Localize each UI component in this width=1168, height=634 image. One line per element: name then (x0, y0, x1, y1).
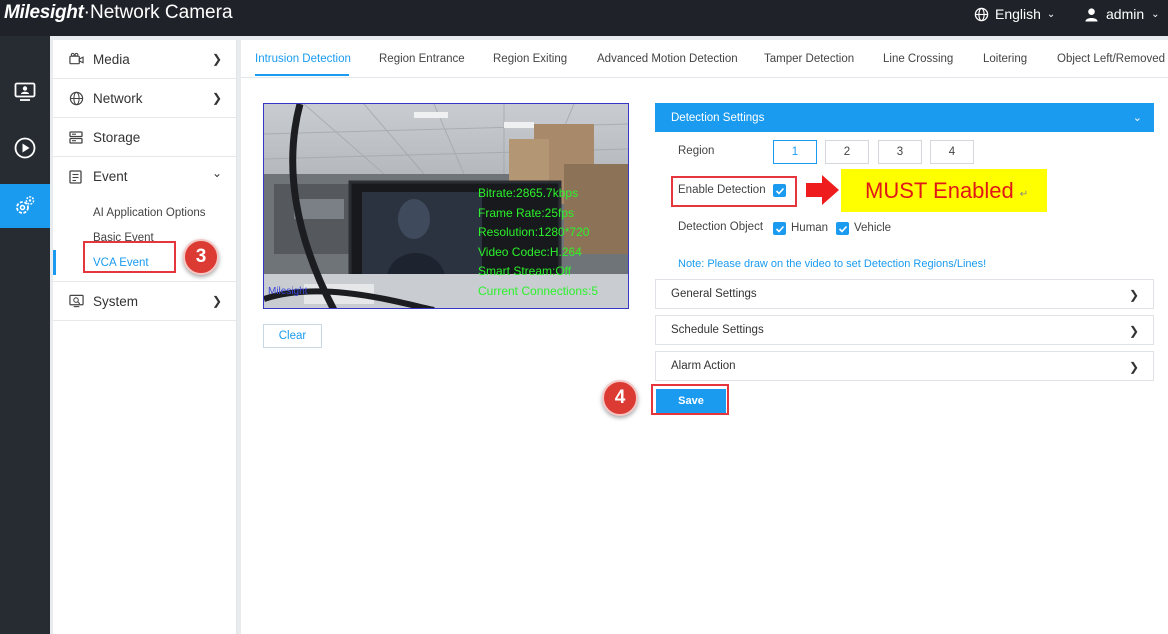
enable-detection-highlight-box (671, 176, 797, 207)
osd-smart-stream: Smart Stream:Off (478, 264, 572, 278)
region-button-1[interactable]: 1 (773, 140, 817, 164)
brand: Milesight·Network Camera (4, 2, 233, 24)
brand-logo: Milesight (4, 2, 84, 23)
top-bar: Milesight·Network Camera English ⌄ admin… (0, 0, 1168, 36)
user-menu[interactable]: admin ⌄ (1084, 6, 1160, 22)
vca-event-highlight-box (83, 241, 176, 273)
region-button-3[interactable]: 3 (878, 140, 922, 164)
chevron-right-icon: ❯ (1128, 324, 1139, 338)
tab-tamper-detection[interactable]: Tamper Detection (764, 53, 854, 65)
rail-playback[interactable] (0, 126, 50, 170)
must-enabled-callout: MUST Enabled ↵ (841, 169, 1047, 212)
human-checkbox[interactable] (773, 222, 786, 235)
active-tab-indicator (255, 74, 349, 76)
section-title: Alarm Action (671, 360, 736, 372)
event-icon (69, 169, 85, 184)
sidebar-item-system[interactable]: System ❯ (53, 282, 236, 321)
storage-icon (69, 130, 85, 144)
chevron-right-icon: ❯ (211, 91, 222, 105)
chevron-down-icon: ⌄ (1132, 112, 1142, 124)
globe-icon (69, 91, 85, 106)
osd-bitrate: Bitrate:2865.7kbps (478, 186, 579, 200)
chevron-down-icon: ⌄ (1046, 8, 1056, 20)
sidebar-item-storage[interactable]: Storage (53, 118, 236, 157)
tab-advanced-motion-detection[interactable]: Advanced Motion Detection (597, 53, 738, 65)
region-label: Region (678, 145, 715, 157)
side-nav: Media ❯ Network ❯ Storage Event ⌄ AI App… (53, 40, 237, 634)
tab-line-crossing[interactable]: Line Crossing (883, 53, 953, 65)
return-mark: ↵ (1019, 189, 1029, 200)
media-icon (69, 52, 85, 66)
alarm-action-section[interactable]: Alarm Action ❯ (655, 351, 1154, 381)
video-preview[interactable]: Bitrate:2865.7kbps Frame Rate:25fps Reso… (263, 103, 629, 309)
tab-region-entrance[interactable]: Region Entrance (379, 53, 465, 65)
tab-region-exiting[interactable]: Region Exiting (493, 53, 567, 65)
playback-icon (14, 137, 36, 159)
osd-current-connections: Current Connections:5 (478, 283, 599, 298)
sidebar-item-media[interactable]: Media ❯ (53, 40, 236, 79)
detection-settings-title: Detection Settings (671, 111, 765, 124)
tab-object-left-removed[interactable]: Object Left/Removed (1057, 53, 1165, 65)
chevron-down-icon: ⌄ (1151, 8, 1160, 20)
sidebar-subitem-ai-application-options[interactable]: AI Application Options (53, 200, 236, 225)
checkmark-icon (838, 225, 847, 233)
osd-resolution: Resolution:1280*720 (478, 225, 590, 239)
settings-icon (16, 196, 35, 214)
sidebar-item-label: Event (93, 169, 128, 184)
osd-frame-rate: Frame Rate:25fps (478, 205, 575, 220)
draw-region-note: Note: Please draw on the video to set De… (678, 258, 987, 270)
chevron-right-icon: ❯ (211, 294, 222, 308)
vehicle-checkbox[interactable] (836, 222, 849, 235)
globe-icon (974, 7, 989, 21)
chevron-right-icon: ❯ (1128, 360, 1139, 374)
language-label: English (995, 6, 1041, 22)
detection-settings-header[interactable]: Detection Settings ⌄ (655, 103, 1154, 132)
brand-title: ·Network Camera (83, 2, 233, 23)
sidebar-item-label: System (93, 293, 139, 309)
tab-loitering[interactable]: Loitering (983, 53, 1027, 65)
user-icon (1085, 7, 1098, 22)
sidebar-item-event[interactable]: Event ⌄ (53, 157, 236, 196)
step-3-badge: 3 (183, 239, 219, 275)
schedule-settings-section[interactable]: Schedule Settings ❯ (655, 315, 1154, 345)
step-4-badge: 4 (602, 380, 638, 416)
user-name: admin (1106, 6, 1145, 22)
section-title: Schedule Settings (671, 324, 764, 336)
region-button-4[interactable]: 4 (930, 140, 974, 164)
sidebar-item-label: Network (93, 90, 143, 106)
must-enabled-text: MUST Enabled (865, 177, 1014, 203)
chevron-down-icon: ⌄ (211, 166, 222, 180)
chevron-right-icon: ❯ (1128, 288, 1139, 302)
region-button-2[interactable]: 2 (825, 140, 869, 164)
live-view-icon (14, 82, 36, 101)
osd-video-codec: Video Codec:H.264 (478, 244, 582, 259)
sidebar-item-network[interactable]: Network ❯ (53, 79, 236, 118)
tab-bar: Intrusion Detection Region Entrance Regi… (241, 40, 1168, 78)
section-title: General Settings (671, 288, 757, 300)
clear-button[interactable]: Clear (263, 324, 322, 348)
rail-settings[interactable] (0, 184, 50, 228)
vehicle-label: Vehicle (854, 222, 892, 234)
checkmark-icon (775, 225, 784, 233)
sidebar-item-label: Media (93, 51, 130, 67)
tab-intrusion-detection[interactable]: Intrusion Detection (255, 53, 351, 65)
sidebar-item-label: Storage (93, 129, 141, 145)
video-osd: Bitrate:2865.7kbps Frame Rate:25fps Reso… (478, 184, 598, 301)
camera-name-overlay: Milesight (268, 286, 308, 297)
general-settings-section[interactable]: General Settings ❯ (655, 279, 1154, 309)
rail-live-view[interactable] (0, 70, 50, 114)
detection-object-label: Detection Object (678, 221, 764, 233)
human-label: Human (791, 222, 829, 234)
chevron-right-icon: ❯ (211, 52, 222, 66)
language-selector[interactable]: English ⌄ (974, 6, 1055, 22)
system-icon (69, 294, 85, 308)
main-panel: Intrusion Detection Region Entrance Regi… (241, 40, 1168, 634)
icon-rail (0, 36, 50, 634)
save-highlight-box (651, 384, 729, 415)
red-arrow-icon (806, 175, 839, 205)
